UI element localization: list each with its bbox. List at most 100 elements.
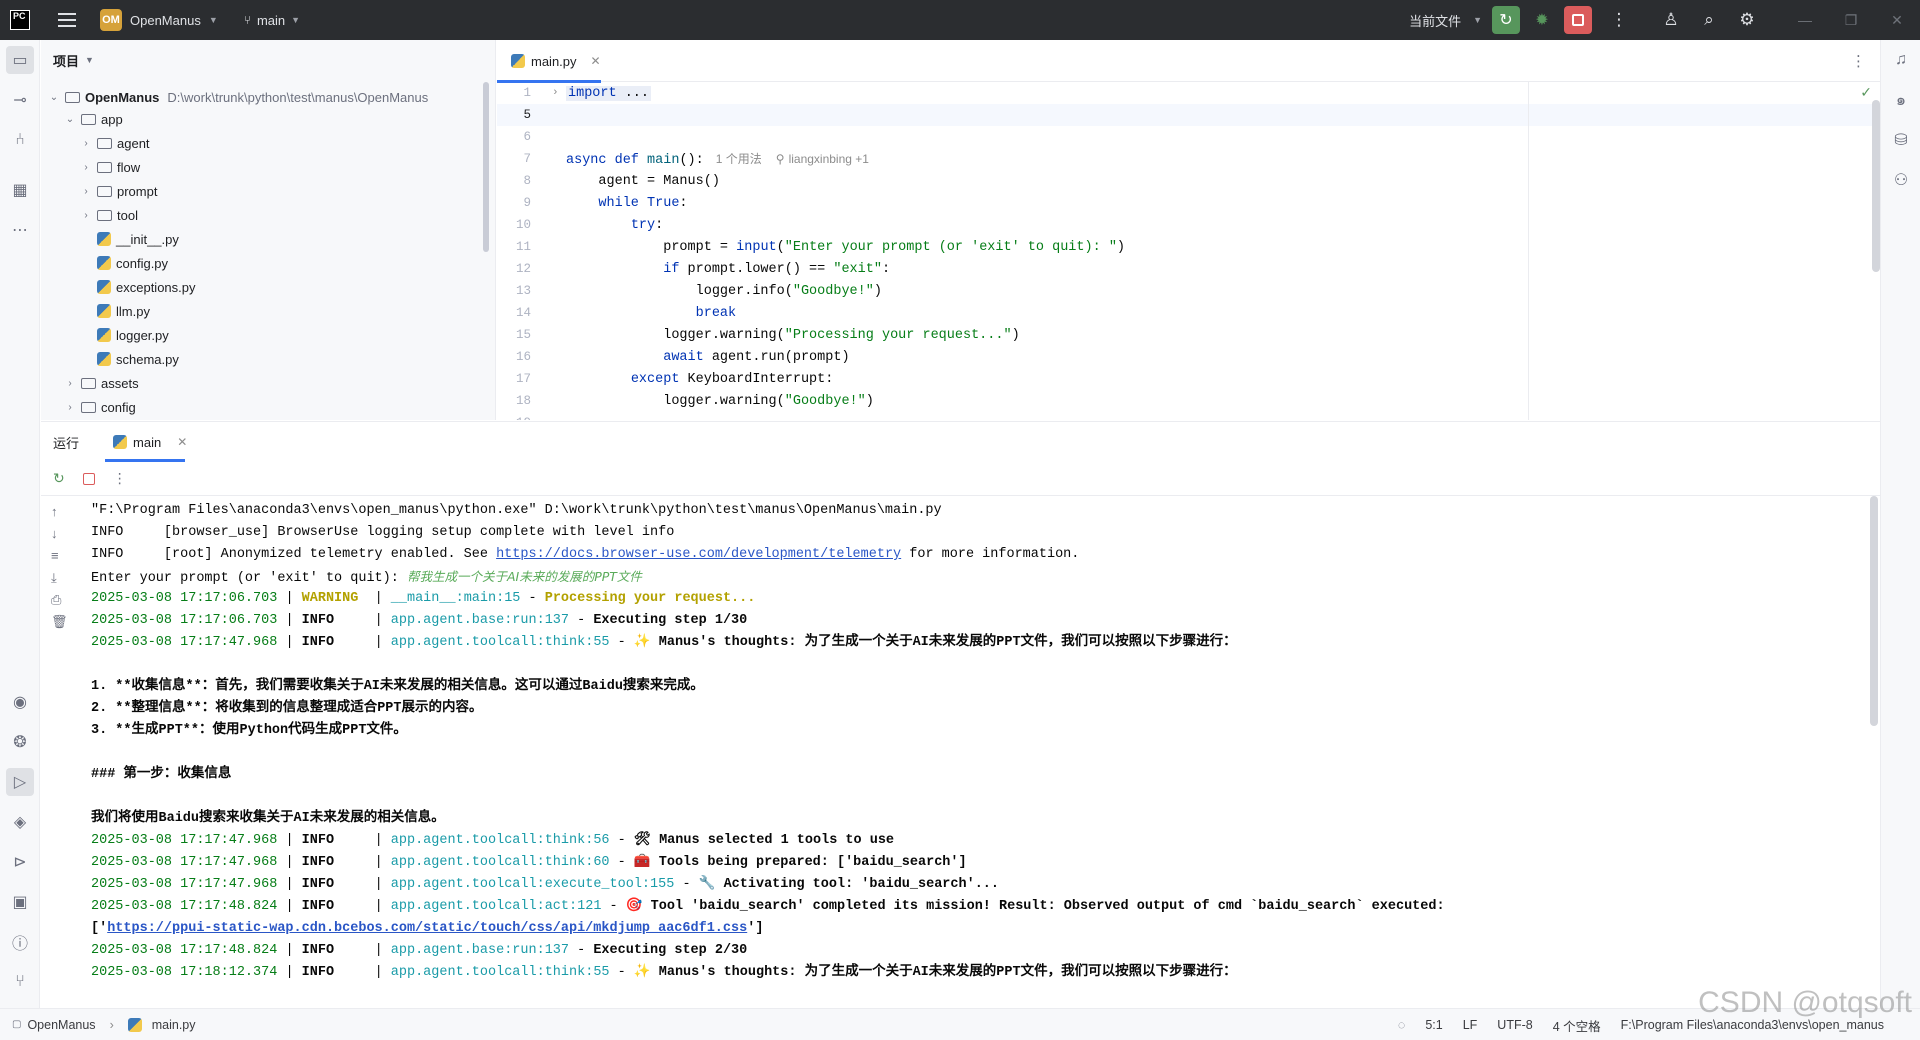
python-interpreter[interactable]: F:\Program Files\anaconda3\envs\open_man… (1621, 1018, 1884, 1032)
chevron-right-icon[interactable]: › (79, 210, 93, 221)
notifications-icon[interactable]: ♫ (1887, 46, 1915, 74)
print-icon[interactable]: ⎙ (51, 592, 61, 608)
console-output[interactable]: "F:\Program Files\anaconda3\envs\open_ma… (91, 496, 1871, 1009)
tree-item[interactable]: exceptions.py (41, 276, 196, 298)
more-actions-icon[interactable]: ⋮ (1600, 10, 1638, 30)
caret-position[interactable]: 5:1 (1425, 1018, 1442, 1032)
project-panel-header[interactable]: 项目 ▼ (41, 40, 495, 80)
more-tools-icon[interactable]: ⋯ (6, 216, 34, 244)
restore-button[interactable]: ❐ (1828, 12, 1874, 29)
editor-tab-main-py[interactable]: main.py ✕ (497, 40, 601, 83)
rerun-icon[interactable]: ↻ (53, 470, 65, 487)
file-encoding[interactable]: UTF-8 (1497, 1018, 1532, 1032)
tree-item[interactable]: › assets (41, 372, 138, 394)
commit-icon[interactable]: ⊸ (6, 86, 34, 114)
python-file-icon (97, 280, 111, 294)
search-icon[interactable]: ⌕ (1690, 10, 1728, 30)
tree-item[interactable]: › tool (41, 204, 138, 226)
arrow-up-icon[interactable]: ↑ (51, 504, 58, 519)
python-console-icon[interactable]: ❂ (6, 728, 34, 756)
tree-item[interactable]: › agent (41, 132, 149, 154)
git-icon[interactable]: ⑂ (6, 968, 34, 996)
ai-assistant-icon[interactable]: ๑ (1887, 86, 1915, 114)
chevron-down-icon[interactable]: ⌄ (47, 92, 61, 103)
console-scrollbar[interactable] (1870, 496, 1878, 726)
database-icon[interactable]: ⛁ (1887, 126, 1915, 154)
python-packages-icon[interactable]: ◉ (6, 688, 34, 716)
chevron-right-icon: › (109, 1017, 114, 1032)
close-window-button[interactable]: ✕ (1874, 12, 1920, 29)
code-line: 15 logger.warning("Processing your reque… (497, 324, 1880, 346)
tree-item[interactable]: schema.py (41, 348, 179, 370)
tree-item[interactable]: __init__.py (41, 228, 179, 250)
sync-icon[interactable]: ◌ (1398, 1018, 1405, 1032)
css-link[interactable]: https://ppui-static-wap.cdn.bcebos.com/s… (107, 921, 747, 936)
log-message: Processing your request... (544, 591, 756, 606)
pull-requests-icon[interactable]: ⑃ (6, 126, 34, 154)
usage-hint[interactable]: 1 个用法 (716, 152, 762, 166)
tree-item[interactable]: llm.py (41, 300, 150, 322)
console-text: '] (747, 921, 764, 936)
copilot-icon[interactable]: ⚇ (1887, 166, 1915, 194)
project-switcher[interactable]: OM OpenManus ▼ (100, 9, 218, 31)
scroll-to-end-icon[interactable]: ⤓ (51, 570, 57, 586)
trash-icon[interactable]: 🗑 (51, 614, 68, 630)
debug-button[interactable]: ✹ (1528, 6, 1556, 34)
telemetry-link[interactable]: https://docs.browser-use.com/development… (496, 547, 901, 562)
run-tab-main[interactable]: main ✕ (105, 422, 195, 462)
rerun-button[interactable]: ↻ (1492, 6, 1520, 34)
arrow-down-icon[interactable]: ↓ (51, 526, 58, 541)
minimize-button[interactable]: — (1782, 12, 1828, 28)
editor-scrollbar[interactable] (1872, 100, 1880, 272)
chevron-right-icon[interactable]: › (63, 402, 77, 413)
structure-icon[interactable]: ▦ (6, 176, 34, 204)
tree-root[interactable]: ⌄ OpenManus D:\work\trunk\python\test\ma… (41, 86, 428, 108)
services-icon[interactable]: ⊳ (6, 848, 34, 876)
code-line: 9 while True: (497, 192, 1880, 214)
active-tab-indicator (105, 459, 186, 462)
more-actions-icon[interactable]: ⋮ (113, 470, 127, 487)
breadcrumb-file[interactable]: main.py (152, 1018, 196, 1032)
chevron-right-icon[interactable]: › (79, 138, 93, 149)
branch-switcher[interactable]: ⑂ main ▼ (244, 13, 300, 28)
tree-item[interactable]: logger.py (41, 324, 169, 346)
code-line: 14 break (497, 302, 1880, 324)
console-text: Enter your prompt (or 'exit' to quit): (91, 571, 407, 586)
problems-icon[interactable]: ⓘ (6, 928, 34, 956)
no-problems-check-icon[interactable]: ✓ (1860, 84, 1872, 101)
run-tool-icon[interactable]: ▷ (6, 768, 34, 796)
chevron-right-icon[interactable]: › (79, 162, 93, 173)
run-config-selector[interactable]: 当前文件 (1409, 11, 1461, 30)
add-user-icon[interactable]: ♙ (1652, 10, 1690, 30)
author-hint[interactable]: liangxinbing +1 (789, 152, 869, 166)
layers-icon[interactable]: ◈ (6, 808, 34, 836)
indent-setting[interactable]: 4 个空格 (1553, 1016, 1601, 1035)
close-icon[interactable]: ✕ (177, 435, 187, 449)
project-folder-icon[interactable]: ▭ (6, 46, 34, 74)
tree-item[interactable]: ⌄ app (41, 108, 123, 130)
chevron-down-icon[interactable]: ⌄ (63, 114, 77, 125)
breadcrumb-project[interactable]: OpenManus (27, 1018, 95, 1032)
more-actions-icon[interactable]: ⋮ (1851, 52, 1866, 70)
soft-wrap-icon[interactable]: ≡ (51, 548, 59, 563)
main-menu-icon[interactable] (58, 13, 76, 27)
stop-button[interactable] (1564, 6, 1592, 34)
tree-item[interactable]: › flow (41, 156, 140, 178)
python-file-icon (113, 435, 128, 449)
close-icon[interactable]: ✕ (591, 54, 601, 68)
fold-chevron-icon[interactable]: › (552, 87, 559, 99)
tree-item[interactable]: › prompt (41, 180, 157, 202)
tree-item[interactable]: › config (41, 396, 135, 418)
code-area[interactable]: 1 › import ... 5 6 7 async def main(): 1 个用法… (497, 82, 1880, 420)
chevron-right-icon[interactable]: › (63, 378, 77, 389)
terminal-icon[interactable]: ▣ (6, 888, 34, 916)
stop-icon[interactable] (82, 472, 95, 485)
chevron-right-icon[interactable]: › (79, 186, 93, 197)
python-file-icon (97, 304, 111, 318)
settings-gear-icon[interactable]: ⚙ (1728, 10, 1766, 30)
tree-item[interactable]: config.py (41, 252, 168, 274)
line-separator[interactable]: LF (1463, 1018, 1478, 1032)
log-line: 2025-03-08 17:17:47.968 | INFO | app.age… (91, 855, 967, 870)
chevron-down-icon: ▼ (1473, 15, 1482, 25)
project-scrollbar[interactable] (483, 82, 489, 252)
